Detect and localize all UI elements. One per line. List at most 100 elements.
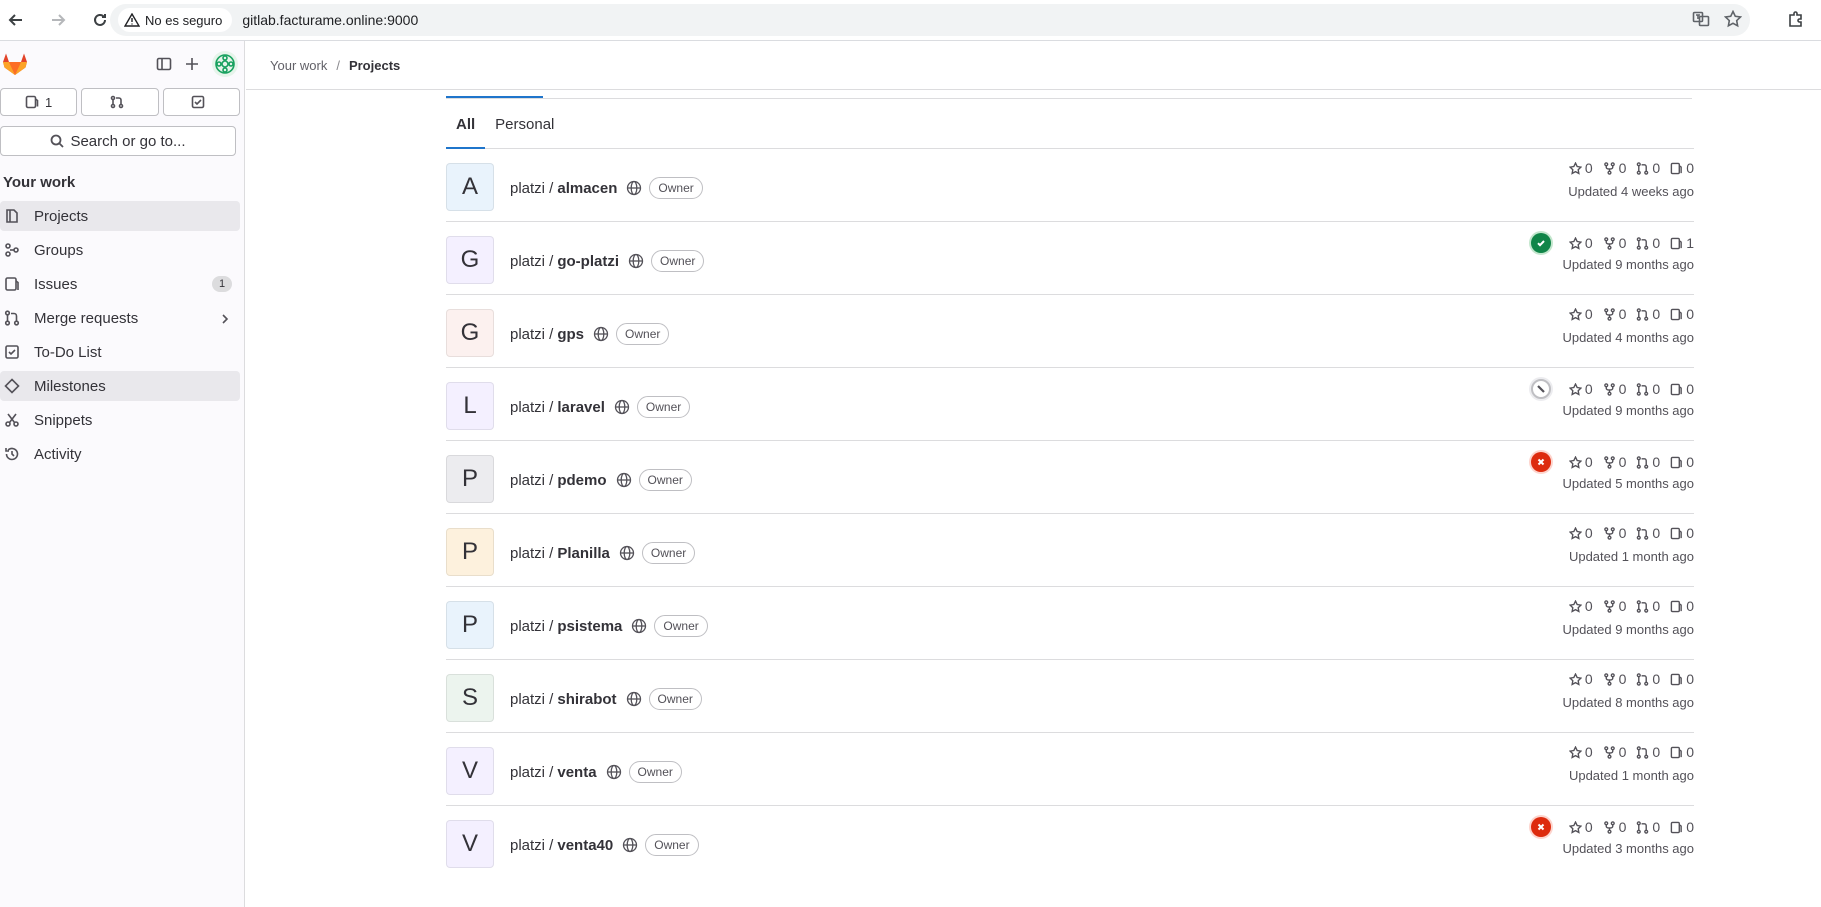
project-namespace[interactable]: platzi / (510, 618, 553, 635)
stars-stat[interactable]: 0 (1568, 454, 1593, 470)
issues-stat[interactable]: 0 (1670, 819, 1694, 835)
forks-stat[interactable]: 0 (1603, 381, 1626, 397)
issues-stat[interactable]: 0 (1670, 671, 1694, 687)
forks-stat[interactable]: 0 (1603, 235, 1626, 251)
project-namespace[interactable]: platzi / (510, 180, 553, 197)
project-avatar[interactable]: G (446, 236, 494, 284)
sidebar-item-groups[interactable]: Groups (0, 235, 240, 265)
forks-stat[interactable]: 0 (1603, 598, 1626, 614)
pipeline-success-icon[interactable] (1530, 233, 1551, 253)
assigned-issues-button[interactable]: 1 (0, 88, 78, 116)
project-title-link[interactable]: gps (557, 326, 584, 343)
sidebar-item-projects[interactable]: Projects (0, 201, 240, 231)
merge-requests-stat[interactable]: 0 (1636, 454, 1660, 470)
forks-stat[interactable]: 0 (1603, 306, 1626, 322)
merge-requests-stat[interactable]: 0 (1636, 671, 1660, 687)
tab-personal[interactable]: Personal (485, 100, 564, 148)
issues-stat[interactable]: 0 (1670, 381, 1694, 397)
user-avatar[interactable] (212, 51, 238, 77)
project-title-link[interactable]: shirabot (557, 691, 616, 708)
project-title-link[interactable]: venta (557, 764, 596, 781)
merge-requests-stat[interactable]: 0 (1636, 598, 1660, 614)
stars-stat[interactable]: 0 (1568, 235, 1593, 251)
url-text[interactable]: gitlab.facturame.online:9000 (242, 12, 418, 28)
forks-stat[interactable]: 0 (1603, 454, 1626, 470)
sidebar-item-issues[interactable]: Issues 1 (0, 269, 240, 299)
search-button[interactable]: Search or go to... (0, 126, 236, 156)
extensions-button[interactable] (1787, 10, 1805, 33)
tab-all[interactable]: All (446, 100, 486, 149)
pipeline-failed-icon[interactable] (1530, 452, 1551, 472)
project-namespace[interactable]: platzi / (510, 764, 553, 781)
merge-requests-stat[interactable]: 0 (1636, 235, 1660, 251)
forks-stat[interactable]: 0 (1603, 160, 1626, 176)
stars-stat[interactable]: 0 (1568, 744, 1593, 760)
plus-icon[interactable] (184, 56, 200, 72)
project-title-link[interactable]: Planilla (557, 545, 610, 562)
stars-stat[interactable]: 0 (1568, 525, 1593, 541)
project-avatar[interactable]: P (446, 601, 494, 649)
issues-stat[interactable]: 1 (1670, 235, 1694, 251)
sidebar-item-snippets[interactable]: Snippets (0, 405, 240, 435)
forks-stat[interactable]: 0 (1603, 819, 1626, 835)
forward-button[interactable] (44, 6, 72, 34)
project-namespace[interactable]: platzi / (510, 253, 553, 270)
project-avatar[interactable]: L (446, 382, 494, 430)
project-avatar[interactable]: S (446, 674, 494, 722)
forks-stat[interactable]: 0 (1603, 525, 1626, 541)
merge-requests-stat[interactable]: 0 (1636, 160, 1660, 176)
project-avatar[interactable]: G (446, 309, 494, 357)
project-avatar[interactable]: P (446, 455, 494, 503)
issues-stat[interactable]: 0 (1670, 454, 1694, 470)
sidebar-toggle-icon[interactable] (156, 56, 172, 72)
project-avatar[interactable]: A (446, 163, 494, 211)
pipeline-failed-icon[interactable] (1530, 817, 1551, 837)
stars-stat[interactable]: 0 (1568, 306, 1593, 322)
address-bar[interactable]: No es seguro gitlab.facturame.online:900… (110, 4, 1750, 36)
sidebar-item-todo-list[interactable]: To-Do List (0, 337, 240, 367)
project-avatar[interactable]: V (446, 747, 494, 795)
stars-stat[interactable]: 0 (1568, 819, 1593, 835)
project-namespace[interactable]: platzi / (510, 399, 553, 416)
pipeline-skipped-icon[interactable] (1530, 379, 1551, 399)
forks-stat[interactable]: 0 (1603, 671, 1626, 687)
project-namespace[interactable]: platzi / (510, 472, 553, 489)
project-avatar[interactable]: V (446, 820, 494, 868)
breadcrumb-your-work[interactable]: Your work (270, 58, 327, 73)
merge-requests-stat[interactable]: 0 (1636, 525, 1660, 541)
merge-requests-stat[interactable]: 0 (1636, 306, 1660, 322)
back-button[interactable] (2, 6, 30, 34)
todos-button[interactable] (162, 88, 240, 116)
forks-stat[interactable]: 0 (1603, 744, 1626, 760)
breadcrumb-projects[interactable]: Projects (349, 58, 400, 73)
issues-stat[interactable]: 0 (1670, 306, 1694, 322)
translate-icon[interactable] (1692, 10, 1710, 28)
sidebar-item-merge-requests[interactable]: Merge requests (0, 303, 240, 333)
stars-stat[interactable]: 0 (1568, 598, 1593, 614)
security-chip[interactable]: No es seguro (118, 8, 233, 32)
sidebar-item-milestones[interactable]: Milestones (0, 371, 240, 401)
project-title-link[interactable]: laravel (557, 399, 605, 416)
project-title-link[interactable]: almacen (557, 180, 617, 197)
merge-requests-stat[interactable]: 0 (1636, 744, 1660, 760)
merge-requests-button[interactable] (81, 88, 159, 116)
issues-stat[interactable]: 0 (1670, 160, 1694, 176)
issues-stat[interactable]: 0 (1670, 598, 1694, 614)
stars-stat[interactable]: 0 (1568, 381, 1593, 397)
project-namespace[interactable]: platzi / (510, 326, 553, 343)
sidebar-item-activity[interactable]: Activity (0, 439, 240, 469)
merge-requests-stat[interactable]: 0 (1636, 381, 1660, 397)
project-title-link[interactable]: pdemo (557, 472, 606, 489)
project-title-link[interactable]: psistema (557, 618, 622, 635)
issues-stat[interactable]: 0 (1670, 525, 1694, 541)
project-namespace[interactable]: platzi / (510, 691, 553, 708)
bookmark-star-icon[interactable] (1724, 10, 1742, 28)
project-avatar[interactable]: P (446, 528, 494, 576)
stars-stat[interactable]: 0 (1568, 160, 1593, 176)
project-namespace[interactable]: platzi / (510, 545, 553, 562)
project-title-link[interactable]: venta40 (557, 837, 613, 854)
issues-stat[interactable]: 0 (1670, 744, 1694, 760)
stars-stat[interactable]: 0 (1568, 671, 1593, 687)
gitlab-logo-icon[interactable] (2, 51, 28, 82)
project-title-link[interactable]: go-platzi (557, 253, 619, 270)
